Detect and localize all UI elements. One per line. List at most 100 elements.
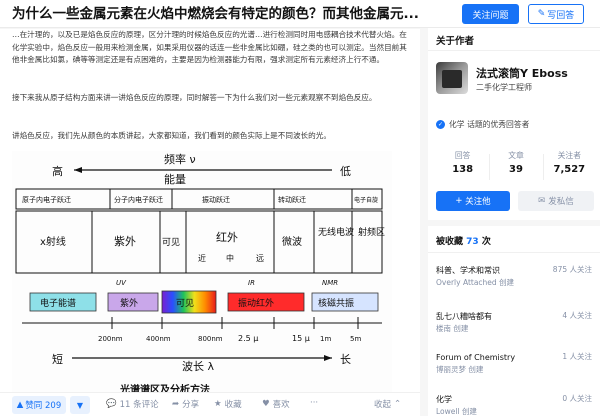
author-bio: 二手化学工程师 <box>476 83 532 92</box>
tag-uv: UV <box>116 279 127 287</box>
collection-creator: 楼南 创建 <box>436 324 469 333</box>
stat-value: 7,527 <box>553 164 586 175</box>
ir-near: 近 <box>198 253 206 263</box>
pencil-icon: ✎ <box>537 9 546 19</box>
tech-nmr: 核磁共振 <box>318 297 354 309</box>
favorite-label: 收藏 <box>224 400 242 410</box>
collection-followers: 1 人关注 <box>562 352 592 361</box>
send-message-label: 发私信 <box>548 197 574 207</box>
avatar[interactable] <box>436 62 468 94</box>
divider <box>428 252 600 253</box>
more-button[interactable]: ··· <box>310 398 318 408</box>
follow-author-label: 关注他 <box>465 197 491 207</box>
favorite-button[interactable]: ★ 收藏 <box>214 398 242 410</box>
follow-author-button[interactable]: + 关注他 <box>436 191 510 211</box>
badge-text: 化学 话题的优秀回答者 <box>449 120 530 129</box>
region-microwave: 微波 <box>282 235 302 248</box>
stat-articles[interactable]: 文章 39 <box>489 150 542 184</box>
row-header-1: 原子内电子跃迁 <box>22 195 71 204</box>
wl-1m: 1m <box>320 335 331 343</box>
collection-creator: Overly Attached 创建 <box>436 278 515 287</box>
wl-800nm: 800nm <box>198 335 223 343</box>
row-header-5: 电子自旋 <box>354 196 378 204</box>
share-label: 分享 <box>182 400 200 410</box>
spectrum-diagram-svg: 频率 ν 高 能量 低 原子内电子跃迁 分子内电子跃迁 振动跃迁 转动跃迁 电子… <box>15 152 385 396</box>
answer-content: …在汁理的，以及已是焰色反应的原理，区分汁理的时候焰色反应的光谱…进行检测同时用… <box>0 29 420 416</box>
author-name[interactable]: 法式滚筒Y Eboss <box>476 65 568 81</box>
paragraph-3: 讲焰色反应，我们先从颜色的本质讲起，大家都知道，我们看到的颜色实际上是不同波长的… <box>12 131 331 140</box>
follow-question-button[interactable]: 关注问题 <box>462 4 519 24</box>
collections-title: 被收藏 73 次 <box>436 234 491 247</box>
tag-nmr: NMR <box>322 279 338 287</box>
stat-followers[interactable]: 关注者 7,527 <box>542 150 596 184</box>
stat-label: 文章 <box>508 151 524 160</box>
collapse-button[interactable]: 收起 ⌃ <box>374 398 401 410</box>
send-message-button[interactable]: ✉ 发私信 <box>518 191 594 211</box>
region-ir: 红外 <box>216 231 238 244</box>
comments-button[interactable]: 💬 11 条评论 <box>106 398 159 410</box>
upvote-label: 赞同 209 <box>25 401 62 411</box>
long-label: 长 <box>340 353 351 366</box>
wavelength-label: 波长 λ <box>182 360 214 373</box>
stat-label: 回答 <box>454 151 471 160</box>
high-label: 高 <box>52 164 63 178</box>
stat-answers[interactable]: 回答 138 <box>436 150 489 184</box>
share-button[interactable]: ➦ 分享 <box>172 398 199 410</box>
region-visible: 可见 <box>162 237 180 248</box>
paragraph-1: …在汁理的，以及已是焰色反应的原理，区分汁理的时候焰色反应的光谱…进行检测同时用… <box>12 30 407 64</box>
collection-item[interactable]: Forum of Chemistry 博丽灵梦 创建 1 人关注 <box>436 351 592 376</box>
badge-icon: ✓ <box>436 120 445 129</box>
triangle-down-icon: ▼ <box>76 400 84 410</box>
write-answer-label: 写回答 <box>547 10 575 21</box>
collections-title-suffix: 次 <box>481 237 491 247</box>
wl-400nm: 400nm <box>146 335 171 343</box>
like-label: 喜欢 <box>272 400 290 410</box>
short-label: 短 <box>52 352 63 366</box>
author-section-title: 关于作者 <box>436 36 475 47</box>
spectrum-diagram[interactable]: 频率 ν 高 能量 低 原子内电子跃迁 分子内电子跃迁 振动跃迁 转动跃迁 电子… <box>12 151 392 397</box>
row-header-4: 转动跃迁 <box>278 195 306 204</box>
like-button[interactable]: ♥ 喜欢 <box>262 398 290 410</box>
row-header-3: 振动跃迁 <box>202 195 230 204</box>
author-stats: 回答 138 文章 39 关注者 7,527 <box>436 150 596 184</box>
chevron-up-icon: ⌃ <box>394 399 402 409</box>
collections-card: 被收藏 73 次 科普、学术和常识 Overly Attached 创建 875… <box>428 226 600 416</box>
stat-value: 138 <box>452 164 474 175</box>
upvote-button[interactable]: ▲ 赞同 209 <box>12 396 66 414</box>
collections-count: 73 <box>466 237 479 247</box>
tech-electron-spectrum: 电子能谱 <box>40 297 76 309</box>
sidebar: 关于作者 法式滚筒Y Eboss 二手化学工程师 ✓ 化学 话题的优秀回答者 回… <box>428 28 600 416</box>
divider <box>428 50 600 51</box>
collection-item[interactable]: 化学 Lowell 创建 0 人关注 <box>436 393 592 416</box>
answer-action-bar: ▲ 赞同 209 ▼ 💬 11 条评论 ➦ 分享 ★ 收藏 ♥ 喜欢 ··· 收… <box>0 392 420 416</box>
collection-item[interactable]: 乱七八糟啥都有 楼南 创建 4 人关注 <box>436 310 592 335</box>
region-radio: 无线电波 <box>318 226 354 238</box>
collection-followers: 875 人关注 <box>552 265 592 274</box>
wl-5m: 5m <box>350 335 361 343</box>
write-answer-button[interactable]: ✎ 写回答 <box>528 4 584 24</box>
region-rf: 射频区 <box>358 226 385 238</box>
tech-vibrational-ir: 振动红外 <box>238 297 274 309</box>
stat-label: 关注者 <box>557 151 582 160</box>
chat-icon: ✉ <box>538 196 546 206</box>
tag-ir: IR <box>248 279 255 287</box>
wl-200nm: 200nm <box>98 335 123 343</box>
ir-mid: 中 <box>226 253 234 263</box>
downvote-button[interactable]: ▼ <box>70 396 90 414</box>
triangle-up-icon: ▲ <box>16 400 24 410</box>
author-badge: ✓ 化学 话题的优秀回答者 <box>436 119 529 130</box>
collection-followers: 4 人关注 <box>562 311 592 320</box>
collection-item[interactable]: 科普、学术和常识 Overly Attached 创建 875 人关注 <box>436 264 592 289</box>
ir-far: 远 <box>256 254 264 263</box>
tech-visible: 可见 <box>176 298 194 309</box>
tech-uv: 紫外 <box>120 297 138 309</box>
collection-followers: 0 人关注 <box>562 394 592 403</box>
row-header-2: 分子内电子跃迁 <box>114 195 163 204</box>
energy-label: 能量 <box>164 172 186 186</box>
question-title[interactable]: 为什么一些金属元素在火焰中燃烧会有特定的颜色？而其他金属元... <box>12 6 432 22</box>
low-label: 低 <box>340 165 351 178</box>
star-icon: ★ <box>214 399 222 409</box>
plus-icon: + <box>455 196 466 206</box>
collections-title-prefix: 被收藏 <box>436 237 464 247</box>
wl-2-5mu: 2.5 μ <box>238 334 258 343</box>
